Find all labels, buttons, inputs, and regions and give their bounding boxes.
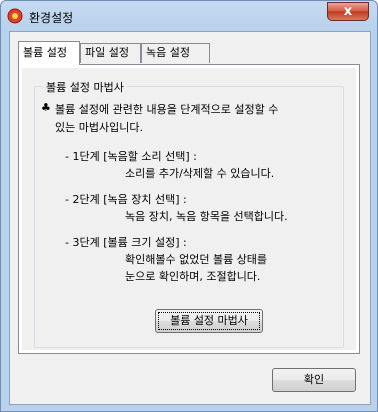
volume-wizard-button[interactable]: 볼륨 설정 마법사 [155,309,263,333]
ok-button[interactable]: 확인 [272,368,356,392]
dialog-body: 볼륨 설정 파일 설정 녹음 설정 볼륨 설정 마법사 ♣ 볼륨 설정에 관련한… [9,31,371,405]
tab-recording-settings[interactable]: 녹음 설정 [141,43,210,63]
step3-description-2: 눈으로 확인하며, 조절합니다. [125,270,261,283]
groupbox-legend: 볼륨 설정 마법사 [43,79,127,95]
settings-window: 환경설정 x 볼륨 설정 파일 설정 녹음 설정 볼륨 설정 마법사 ♣ 볼륨 … [0,0,378,412]
window-title: 환경설정 [29,11,74,25]
step2-title: - 2단계 [녹음 장치 선택] : [65,193,187,206]
intro-line-2: 있는 마법사입니다. [55,121,143,134]
close-icon: x [343,4,353,19]
close-button[interactable]: x [327,2,369,21]
tab-file-settings[interactable]: 파일 설정 [80,43,141,63]
step3-title: - 3단계 [볼륨 크기 설정] : [65,236,187,249]
tab-panel: 볼륨 설정 마법사 ♣ 볼륨 설정에 관련한 내용을 단계적으로 설정할 수 있… [18,64,360,354]
step1-description: 소리를 추가/삭제할 수 있습니다. [125,167,275,180]
title-bar[interactable]: 환경설정 x [1,1,377,31]
club-icon: ♣ [41,101,51,114]
tab-volume-settings[interactable]: 볼륨 설정 [18,41,80,65]
app-icon [7,8,23,24]
wizard-groupbox: 볼륨 설정 마법사 ♣ 볼륨 설정에 관련한 내용을 단계적으로 설정할 수 있… [34,79,344,348]
step1-title: - 1단계 [녹음할 소리 선택] : [65,150,197,163]
intro-line-1: 볼륨 설정에 관련한 내용을 단계적으로 설정할 수 [55,103,279,116]
panel-inner: 볼륨 설정 마법사 ♣ 볼륨 설정에 관련한 내용을 단계적으로 설정할 수 있… [22,68,356,350]
intro-bullet: ♣ [41,101,54,114]
step3-description-1: 확인해볼수 없었던 볼륨 상태를 [125,253,268,266]
step2-description: 녹음 장치, 녹음 항목을 선택합니다. [125,210,288,223]
